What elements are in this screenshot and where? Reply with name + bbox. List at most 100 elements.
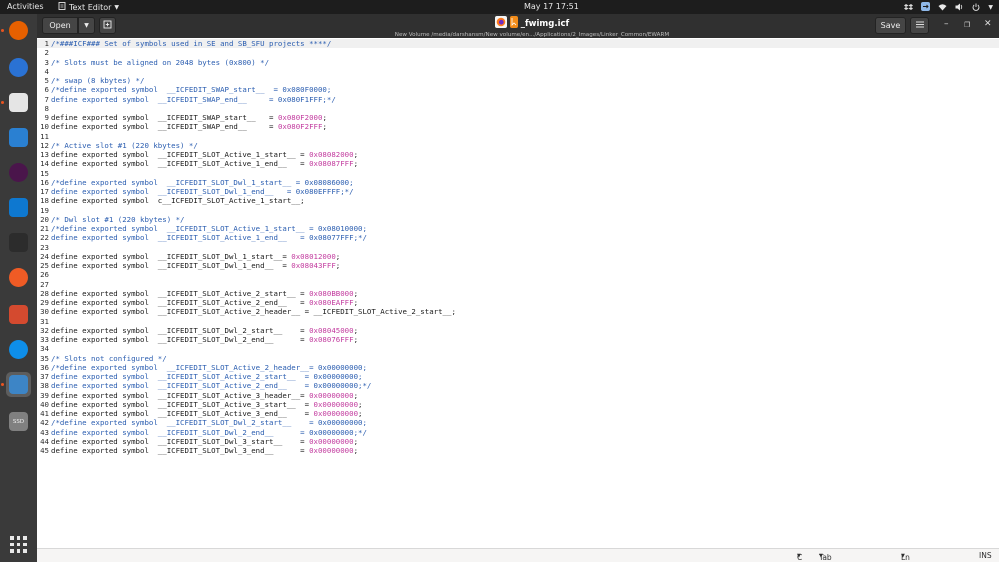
open-recent-dropdown-button[interactable]: ▼	[78, 17, 95, 34]
code-line[interactable]: 37 define exported symbol __ICFEDIT_SLOT_…	[37, 372, 362, 381]
code-line[interactable]: 5/* swap (8 kbytes) */	[37, 76, 145, 85]
code-line[interactable]: 29 define exported symbol __ICFEDIT_SLOT_…	[37, 298, 358, 307]
code-line[interactable]: 32 define exported symbol __ICFEDIT_SLOT_…	[37, 326, 358, 335]
code-line[interactable]: 8	[37, 104, 51, 113]
wifi-icon[interactable]	[938, 3, 947, 13]
code-line[interactable]: 38 define exported symbol __ICFEDIT_SLOT_…	[37, 381, 371, 390]
line-number: 43	[40, 427, 49, 437]
dropbox-icon[interactable]	[904, 3, 914, 13]
hamburger-menu-button[interactable]	[910, 17, 929, 34]
clock[interactable]: May 17 17:51	[524, 2, 579, 11]
code-line[interactable]: 18 define exported symbol c__ICFEDIT_SLOT…	[37, 196, 305, 205]
code-line[interactable]: 23	[37, 243, 51, 252]
code-line[interactable]: 31	[37, 317, 51, 326]
line-number: 27	[40, 279, 49, 289]
code-text: define exported symbol __ICFEDIT_SLOT_Dw…	[51, 446, 310, 455]
code-line[interactable]: 39 define exported symbol __ICFEDIT_SLOT_…	[37, 391, 358, 400]
header-bar: Open ▼ _fwimg.icf New Volume /media/dars…	[37, 14, 999, 38]
code-line[interactable]: 25 define exported symbol __ICFEDIT_SLOT_…	[37, 261, 340, 270]
code-line[interactable]: 16/*define exported symbol __ICFEDIT_SLO…	[37, 177, 354, 187]
code-comment: /*###ICF### Set of symbols used in SE an…	[51, 39, 332, 48]
code-line[interactable]: 17 define exported symbol __ICFEDIT_SLOT_…	[37, 187, 353, 196]
firefox-overlay-icon[interactable]	[494, 16, 507, 31]
code-line[interactable]: 24 define exported symbol __ICFEDIT_SLOT_…	[37, 252, 340, 261]
power-icon[interactable]	[972, 3, 980, 13]
code-text: define exported symbol __ICFEDIT_SLOT_Ac…	[51, 159, 310, 169]
code-line[interactable]: 9 define exported symbol __ICFEDIT_SWAP_s…	[37, 113, 327, 122]
code-text: ;	[353, 335, 359, 344]
postman-icon	[9, 268, 28, 287]
code-line[interactable]: 27	[37, 280, 51, 289]
dock-slack-launcher[interactable]	[6, 160, 31, 185]
open-button[interactable]: Open	[42, 17, 78, 34]
code-line[interactable]: 30 define exported symbol __ICFEDIT_SLOT_…	[37, 307, 456, 316]
code-line[interactable]: 28 define exported symbol __ICFEDIT_SLOT_…	[37, 289, 358, 298]
code-line[interactable]: 36/*define exported symbol __ICFEDIT_SLO…	[37, 363, 367, 372]
dock-libreoffice-writer-launcher[interactable]	[6, 125, 31, 150]
close-icon[interactable]: ✕	[984, 19, 992, 29]
line-number: 14	[40, 159, 49, 169]
code-line[interactable]: 40 define exported symbol __ICFEDIT_SLOT_…	[37, 400, 362, 409]
save-button[interactable]: Save	[875, 17, 906, 34]
dock-text-editor-launcher[interactable]	[6, 372, 31, 397]
dock-teamviewer-launcher[interactable]	[6, 337, 31, 362]
code-line[interactable]: 6/*define exported symbol __ICFEDIT_SWAP…	[37, 85, 332, 94]
chevron-down-icon[interactable]: ▼	[988, 4, 993, 11]
code-line[interactable]: 44 define exported symbol __ICFEDIT_SLOT_…	[37, 437, 358, 446]
code-text: ;	[353, 159, 359, 169]
line-number: 9	[44, 113, 49, 122]
code-line[interactable]: 19	[37, 206, 51, 215]
restore-icon[interactable]: ❐	[964, 21, 970, 29]
code-text: ;	[358, 399, 363, 409]
code-line[interactable]: 13 define exported symbol __ICFEDIT_SLOT_…	[37, 150, 358, 159]
code-line[interactable]: 45 define exported symbol __ICFEDIT_SLOT_…	[37, 446, 358, 455]
system-tray[interactable]: ▼	[904, 2, 993, 13]
code-line[interactable]: 3/* Slots must be aligned on 2048 bytes …	[37, 58, 269, 67]
line-number: 18	[40, 196, 49, 206]
code-comment: define exported symbol __ICFEDIT_SLOT_Ac…	[51, 233, 367, 243]
line-number: 21	[40, 224, 49, 233]
hex-literal: 0x08076FFF	[309, 335, 354, 344]
code-line[interactable]: 1/*###ICF### Set of symbols used in SE a…	[37, 39, 999, 49]
code-text: ;	[353, 390, 359, 400]
teamviewer-tray-icon[interactable]	[921, 2, 931, 13]
code-line[interactable]: 42/*define exported symbol __ICFEDIT_SLO…	[37, 418, 367, 427]
dock-document-viewer-launcher[interactable]	[6, 302, 31, 327]
code-comment: /*define exported symbol __ICFEDIT_SLOT_…	[51, 177, 354, 187]
status-bar: C ▼ Tab Width: 8 ▼ Ln 1, Col 1 ▼ INS	[37, 548, 999, 562]
code-line[interactable]: 12/* Active slot #1 (220 kbytes) */	[37, 141, 198, 150]
line-number: 40	[40, 399, 49, 409]
code-line[interactable]: 33 define exported symbol __ICFEDIT_SLOT_…	[37, 335, 358, 344]
code-line[interactable]: 35/* Slots not configured */	[37, 354, 167, 363]
dock-vscode-launcher[interactable]	[6, 195, 31, 220]
code-line[interactable]: 14 define exported symbol __ICFEDIT_SLOT_…	[37, 159, 358, 168]
code-line[interactable]: 20/* Dwl slot #1 (220 kbytes) */	[37, 215, 184, 224]
dock-terminal-launcher[interactable]	[6, 230, 31, 255]
code-line[interactable]: 43 define exported symbol __ICFEDIT_SLOT_…	[37, 428, 367, 437]
dock-files-launcher[interactable]	[6, 90, 31, 115]
code-text: ;	[353, 298, 359, 307]
code-text: define exported symbol __ICFEDIT_SLOT_Ac…	[51, 298, 310, 307]
code-line[interactable]: 15	[37, 169, 51, 178]
code-line[interactable]: 10 define exported symbol __ICFEDIT_SWAP_…	[37, 122, 327, 131]
app-menu[interactable]: Text Editor ▼	[58, 2, 119, 12]
new-document-button[interactable]	[99, 17, 116, 34]
code-line[interactable]: 22 define exported symbol __ICFEDIT_SLOT_…	[37, 233, 367, 242]
activities-button[interactable]: Activities	[7, 2, 44, 11]
volume-icon[interactable]	[955, 3, 964, 13]
dock-postman-launcher[interactable]	[6, 265, 31, 290]
dock-firefox-launcher[interactable]	[6, 18, 31, 43]
dock-ssd-drive-launcher[interactable]: SSD	[6, 409, 31, 434]
code-line[interactable]: 11	[37, 132, 51, 141]
dock-thunderbird-launcher[interactable]	[6, 55, 31, 80]
code-line[interactable]: 7 define exported symbol __ICFEDIT_SWAP_e…	[37, 95, 336, 104]
text-editor-view[interactable]: 1/*###ICF### Set of symbols used in SE a…	[37, 38, 999, 548]
code-line[interactable]: 4	[37, 67, 51, 76]
code-line[interactable]: 26	[37, 270, 51, 279]
code-line[interactable]: 41 define exported symbol __ICFEDIT_SLOT_…	[37, 409, 362, 418]
code-line[interactable]: 2	[37, 48, 51, 57]
code-line[interactable]: 34	[37, 344, 51, 353]
code-line[interactable]: 21/*define exported symbol __ICFEDIT_SLO…	[37, 224, 367, 233]
minimize-icon[interactable]: –	[944, 19, 949, 29]
show-applications-icon[interactable]	[10, 536, 27, 553]
